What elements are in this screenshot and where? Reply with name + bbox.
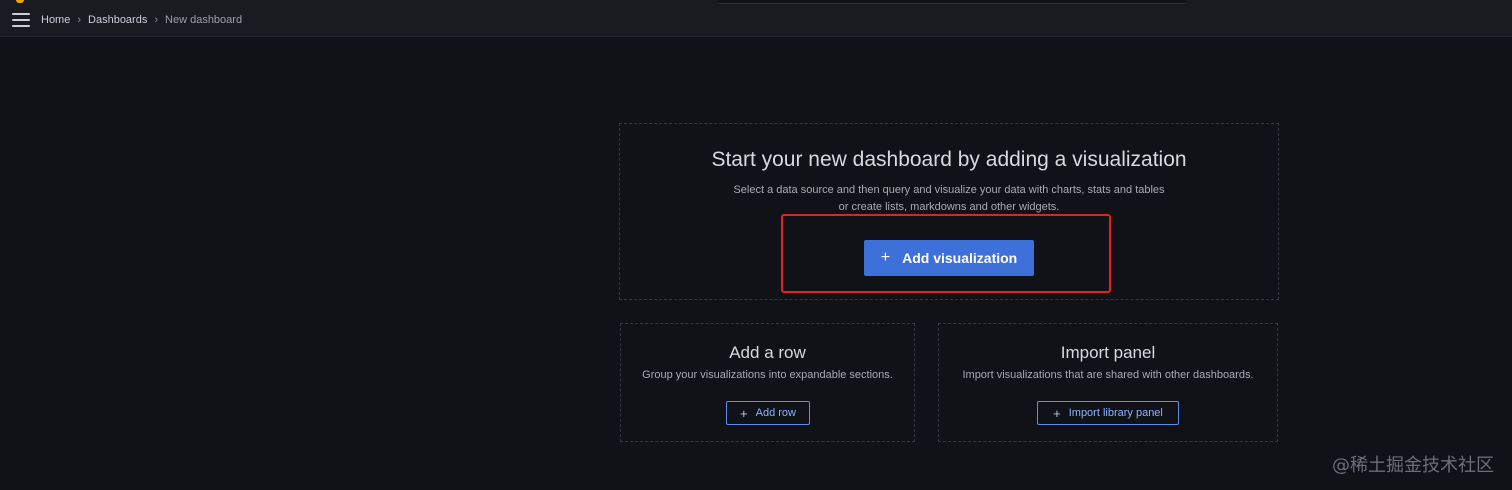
import-panel-description: Import visualizations that are shared wi…: [962, 369, 1254, 381]
watermark-text: @稀土掘金技术社区: [1332, 455, 1494, 476]
empty-dashboard-panel: Start your new dashboard by adding a vis…: [619, 123, 1279, 300]
add-visualization-label: Add visualization: [902, 250, 1018, 266]
plus-icon: +: [740, 405, 748, 421]
import-panel-title: Import panel: [1060, 343, 1156, 362]
plus-icon: +: [1053, 405, 1061, 421]
add-row-title: Add a row: [729, 343, 806, 362]
breadcrumb-dashboards[interactable]: Dashboards: [88, 14, 147, 26]
add-visualization-button[interactable]: + Add visualization: [864, 240, 1034, 276]
empty-state-description: Select a data source and then query and …: [620, 182, 1278, 216]
add-row-button[interactable]: + Add row: [726, 401, 810, 425]
chevron-right-icon: ›: [154, 14, 159, 26]
breadcrumb-home[interactable]: Home: [41, 14, 70, 26]
empty-state-description-line-1: Select a data source and then query and …: [733, 184, 1165, 196]
breadcrumb-current: New dashboard: [165, 14, 243, 26]
add-row-button-label: Add row: [755, 407, 796, 419]
top-navbar: Home › Dashboards › New dashboard: [0, 4, 1512, 37]
add-row-description: Group your visualizations into expandabl…: [642, 369, 893, 381]
empty-state-description-line-2: or create lists, markdowns and other wid…: [838, 201, 1060, 213]
chevron-right-icon: ›: [77, 14, 82, 26]
import-library-panel-label: Import library panel: [1068, 407, 1163, 419]
plus-icon: +: [880, 249, 891, 266]
empty-state-title: Start your new dashboard by adding a vis…: [711, 148, 1187, 171]
import-library-panel-button[interactable]: + Import library panel: [1037, 401, 1179, 425]
add-row-card: Add a row Group your visualizations into…: [620, 323, 915, 442]
hamburger-menu-icon[interactable]: [12, 13, 30, 27]
grafana-logo-icon[interactable]: [16, 0, 24, 3]
breadcrumb: Home › Dashboards › New dashboard: [41, 14, 242, 26]
import-panel-card: Import panel Import visualizations that …: [938, 323, 1278, 442]
